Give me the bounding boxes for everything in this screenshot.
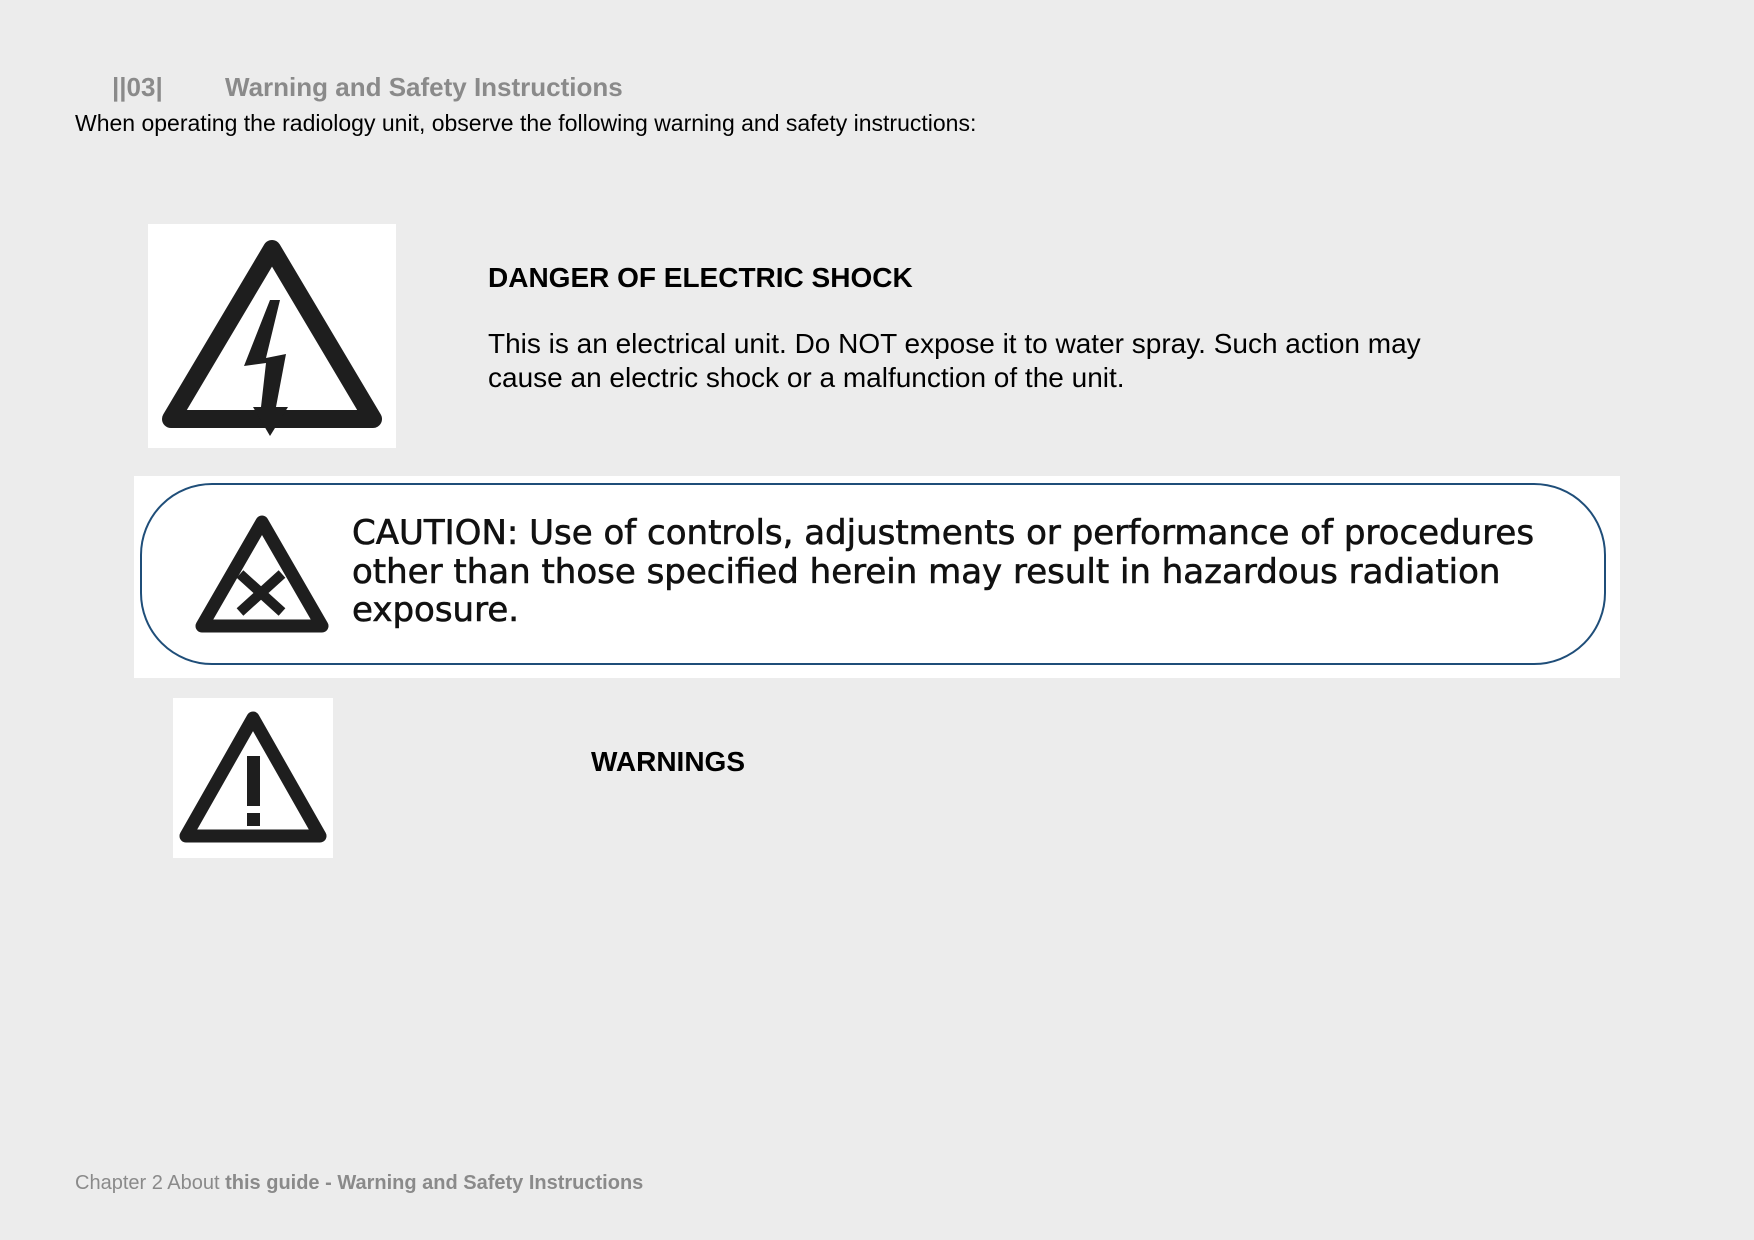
warnings-title: WARNINGS (591, 746, 745, 777)
intro-text: When operating the radiology unit, obser… (75, 110, 977, 136)
caution-text: CAUTION: Use of controls, adjustments or… (352, 513, 1535, 630)
footer-prefix: Chapter 2 About (75, 1172, 226, 1194)
exclamation-warning-icon (173, 698, 333, 858)
page-footer: Chapter 2 About this guide - Warning and… (75, 1172, 643, 1195)
danger-title: DANGER OF ELECTRIC SHOCK (488, 262, 913, 293)
caution-panel: CAUTION: Use of controls, adjustments or… (134, 476, 1620, 678)
page-header: ||03| Warning and Safety Instructions (112, 72, 623, 103)
danger-text: This is an electrical unit. Do NOT expos… (488, 328, 1421, 393)
page-number: ||03| (112, 72, 163, 102)
electric-shock-icon (148, 224, 396, 448)
footer-bold-title: this guide - Warning and Safety Instruct… (225, 1172, 644, 1194)
section-title: Warning and Safety Instructions (225, 72, 623, 102)
caution-x-icon (190, 512, 334, 642)
